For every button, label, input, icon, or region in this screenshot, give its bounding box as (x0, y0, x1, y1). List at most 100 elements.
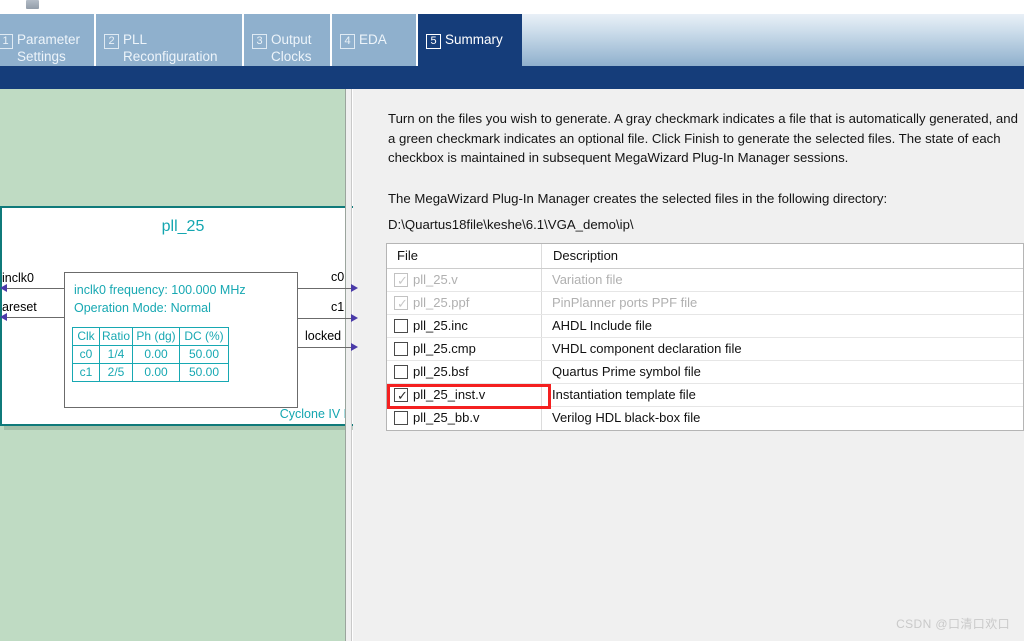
header-label-description: Description (553, 248, 619, 263)
wire-c0 (297, 288, 352, 289)
port-label-c1: c1 (331, 300, 345, 314)
input-arrow-areset (0, 313, 7, 321)
title-bar-strip (0, 0, 1024, 14)
wire-inclk0 (6, 288, 66, 289)
symbol-info-frequency: inclk0 frequency: 100.000 MHz (74, 283, 246, 297)
row-description-cell: AHDL Include file (541, 315, 1023, 337)
tab-label: PLL Reconfiguration (123, 32, 218, 64)
annotation-highlight-box (387, 384, 551, 409)
row-description-cell: PinPlanner ports PPF file (541, 292, 1023, 314)
file-description: Instantiation template file (552, 387, 696, 402)
csdn-watermark: CSDN @口清口欢口 (896, 617, 1010, 631)
table-row[interactable]: ✓ pll_25.v Variation file (387, 269, 1023, 292)
table-header-row: File Description (387, 244, 1023, 269)
file-description: Variation file (552, 272, 623, 287)
tab-pll-reconfiguration[interactable]: 2 PLL Reconfiguration (96, 14, 244, 66)
file-name: pll_25_bb.v (413, 410, 480, 425)
clock-summary-table: Clk Ratio Ph (dg) DC (%) c0 1/4 0.00 50.… (72, 327, 229, 382)
clock-cell-ratio: 2/5 (99, 363, 133, 382)
table-row[interactable]: pll_25.bsf Quartus Prime symbol file (387, 361, 1023, 384)
header-label-file: File (397, 248, 418, 263)
instructions-paragraph-2: The MegaWizard Plug-In Manager creates t… (388, 191, 888, 206)
panel-divider (345, 89, 352, 641)
file-checkbox[interactable] (394, 319, 408, 333)
file-name: pll_25.inc (413, 318, 468, 333)
clock-cell-phase: 0.00 (132, 345, 180, 364)
file-name: pll_25.bsf (413, 364, 469, 379)
output-arrow-c0 (351, 284, 358, 292)
file-name: pll_25.ppf (413, 295, 470, 310)
file-description: Quartus Prime symbol file (552, 364, 701, 379)
file-checkbox[interactable] (394, 342, 408, 356)
clock-table-header-row: Clk Ratio Ph (dg) DC (%) (72, 327, 229, 346)
file-checkbox[interactable] (394, 365, 408, 379)
checkmark-icon: ✓ (397, 273, 408, 288)
row-description-cell: VHDL component declaration file (541, 338, 1023, 360)
table-row[interactable]: ✓ pll_25.ppf PinPlanner ports PPF file (387, 292, 1023, 315)
tab-label: Output Clocks (271, 32, 312, 64)
row-file-cell: pll_25_bb.v (387, 407, 541, 430)
row-file-cell: ✓ pll_25.ppf (387, 292, 541, 314)
file-description: Verilog HDL black-box file (552, 410, 701, 425)
symbol-device-label: Cyclone IV E (279, 407, 352, 421)
port-label-areset: areset (2, 300, 37, 314)
file-checkbox[interactable] (394, 411, 408, 425)
tab-number: 4 (340, 34, 355, 49)
tab-parameter-settings[interactable]: 1 Parameter Settings (0, 14, 96, 66)
row-file-cell: pll_25.bsf (387, 361, 541, 383)
clock-table-header-clk: Clk (72, 327, 100, 346)
wire-locked (297, 347, 352, 348)
header-cell-description: Description (541, 244, 1023, 268)
tab-output-clocks[interactable]: 3 Output Clocks (244, 14, 332, 66)
clock-cell-dutycycle: 50.00 (179, 345, 229, 364)
clock-table-row: c1 2/5 0.00 50.00 (72, 363, 229, 382)
row-description-cell: Quartus Prime symbol file (541, 361, 1023, 383)
tab-number: 1 (0, 34, 13, 49)
tab-eda[interactable]: 4 EDA (332, 14, 418, 66)
clock-table-header-phase: Ph (dg) (132, 327, 180, 346)
table-row[interactable]: pll_25.inc AHDL Include file (387, 315, 1023, 338)
row-file-cell: pll_25.cmp (387, 338, 541, 360)
table-row[interactable]: pll_25_bb.v Verilog HDL black-box file (387, 407, 1023, 430)
output-directory-path: D:\Quartus18file\keshe\6.1\VGA_demo\ip\ (388, 217, 634, 232)
document-icon (26, 0, 39, 9)
tab-number: 2 (104, 34, 119, 49)
header-cell-file: File (387, 244, 541, 268)
port-label-c0: c0 (331, 270, 345, 284)
checkmark-icon: ✓ (397, 296, 408, 311)
tab-number: 5 (426, 34, 441, 49)
clock-cell-dutycycle: 50.00 (179, 363, 229, 382)
row-file-cell: ✓ pll_25.v (387, 269, 541, 291)
file-name: pll_25.cmp (413, 341, 476, 356)
file-description: AHDL Include file (552, 318, 652, 333)
port-label-locked: locked (305, 329, 342, 343)
clock-cell-ratio: 1/4 (99, 345, 133, 364)
row-description-cell: Verilog HDL black-box file (541, 407, 1023, 430)
input-arrow-inclk0 (0, 284, 7, 292)
tab-summary[interactable]: 5 Summary (418, 14, 522, 66)
clock-table-header-ratio: Ratio (99, 327, 133, 346)
clock-cell-clk: c1 (72, 363, 100, 382)
symbol-title: pll_25 (161, 218, 205, 235)
row-file-cell: pll_25.inc (387, 315, 541, 337)
file-checkbox: ✓ (394, 296, 408, 311)
file-checkbox: ✓ (394, 273, 408, 288)
output-arrow-locked (351, 343, 358, 351)
wire-areset (6, 317, 66, 318)
tab-label: Parameter Settings (17, 32, 81, 64)
row-description-cell: Instantiation template file (541, 384, 1023, 406)
tab-number: 3 (252, 34, 267, 49)
file-name: pll_25.v (413, 272, 458, 287)
wire-c1 (297, 318, 352, 319)
symbol-preview-panel: pll_25 Cyclone IV E inclk0 areset c0 c1 … (0, 89, 366, 641)
file-description: VHDL component declaration file (552, 341, 742, 356)
output-arrow-c1 (351, 314, 358, 322)
tab-label: EDA (359, 32, 387, 47)
instructions-paragraph-1: Turn on the files you wish to generate. … (388, 111, 1018, 165)
summary-content-panel: Turn on the files you wish to generate. … (353, 89, 1024, 641)
symbol-info-operation-mode: Operation Mode: Normal (74, 301, 211, 315)
table-row[interactable]: pll_25.cmp VHDL component declaration fi… (387, 338, 1023, 361)
header-accent-bar (0, 66, 1024, 89)
tab-label: Summary (445, 32, 503, 47)
port-label-inclk0: inclk0 (2, 271, 34, 285)
